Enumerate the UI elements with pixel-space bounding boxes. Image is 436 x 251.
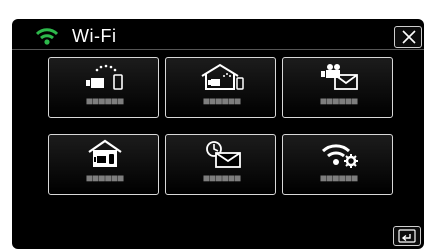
tile-label: ■■■■■■: [202, 94, 242, 108]
back-button[interactable]: [393, 226, 421, 246]
home-monitoring-button[interactable]: ■■■■■■: [48, 134, 159, 195]
close-button[interactable]: [394, 26, 422, 48]
wifi-settings-button[interactable]: ■■■■■■: [282, 134, 393, 195]
wifi-menu-screen: Wi-Fi ■■■■■■ ■■■■■■ ■■■■■■ ■■■■■■ ■■■■■■…: [12, 19, 424, 249]
tile-label: ■■■■■■: [202, 171, 242, 185]
tile-label: ■■■■■■: [85, 171, 125, 185]
indoor-monitoring-icon: [200, 63, 244, 90]
home-monitoring-icon: [87, 139, 122, 167]
header-divider: [12, 49, 424, 50]
tile-label: ■■■■■■: [85, 94, 125, 108]
video-mail-button[interactable]: ■■■■■■: [282, 57, 393, 118]
wifi-settings-icon: [321, 144, 358, 168]
video-mail-icon: [320, 64, 358, 90]
scheduled-mail-icon: [205, 141, 241, 168]
direct-monitoring-button[interactable]: ■■■■■■: [48, 57, 159, 118]
indoor-monitoring-button[interactable]: ■■■■■■: [165, 57, 276, 118]
page-title: Wi-Fi: [72, 26, 117, 46]
scheduled-mail-button[interactable]: ■■■■■■: [165, 134, 276, 195]
close-icon: [402, 30, 416, 44]
return-icon: [398, 229, 416, 243]
tile-label: ■■■■■■: [319, 94, 359, 108]
wifi-signal-icon: [35, 27, 59, 45]
direct-monitoring-icon: [85, 64, 123, 90]
tile-label: ■■■■■■: [319, 171, 359, 185]
